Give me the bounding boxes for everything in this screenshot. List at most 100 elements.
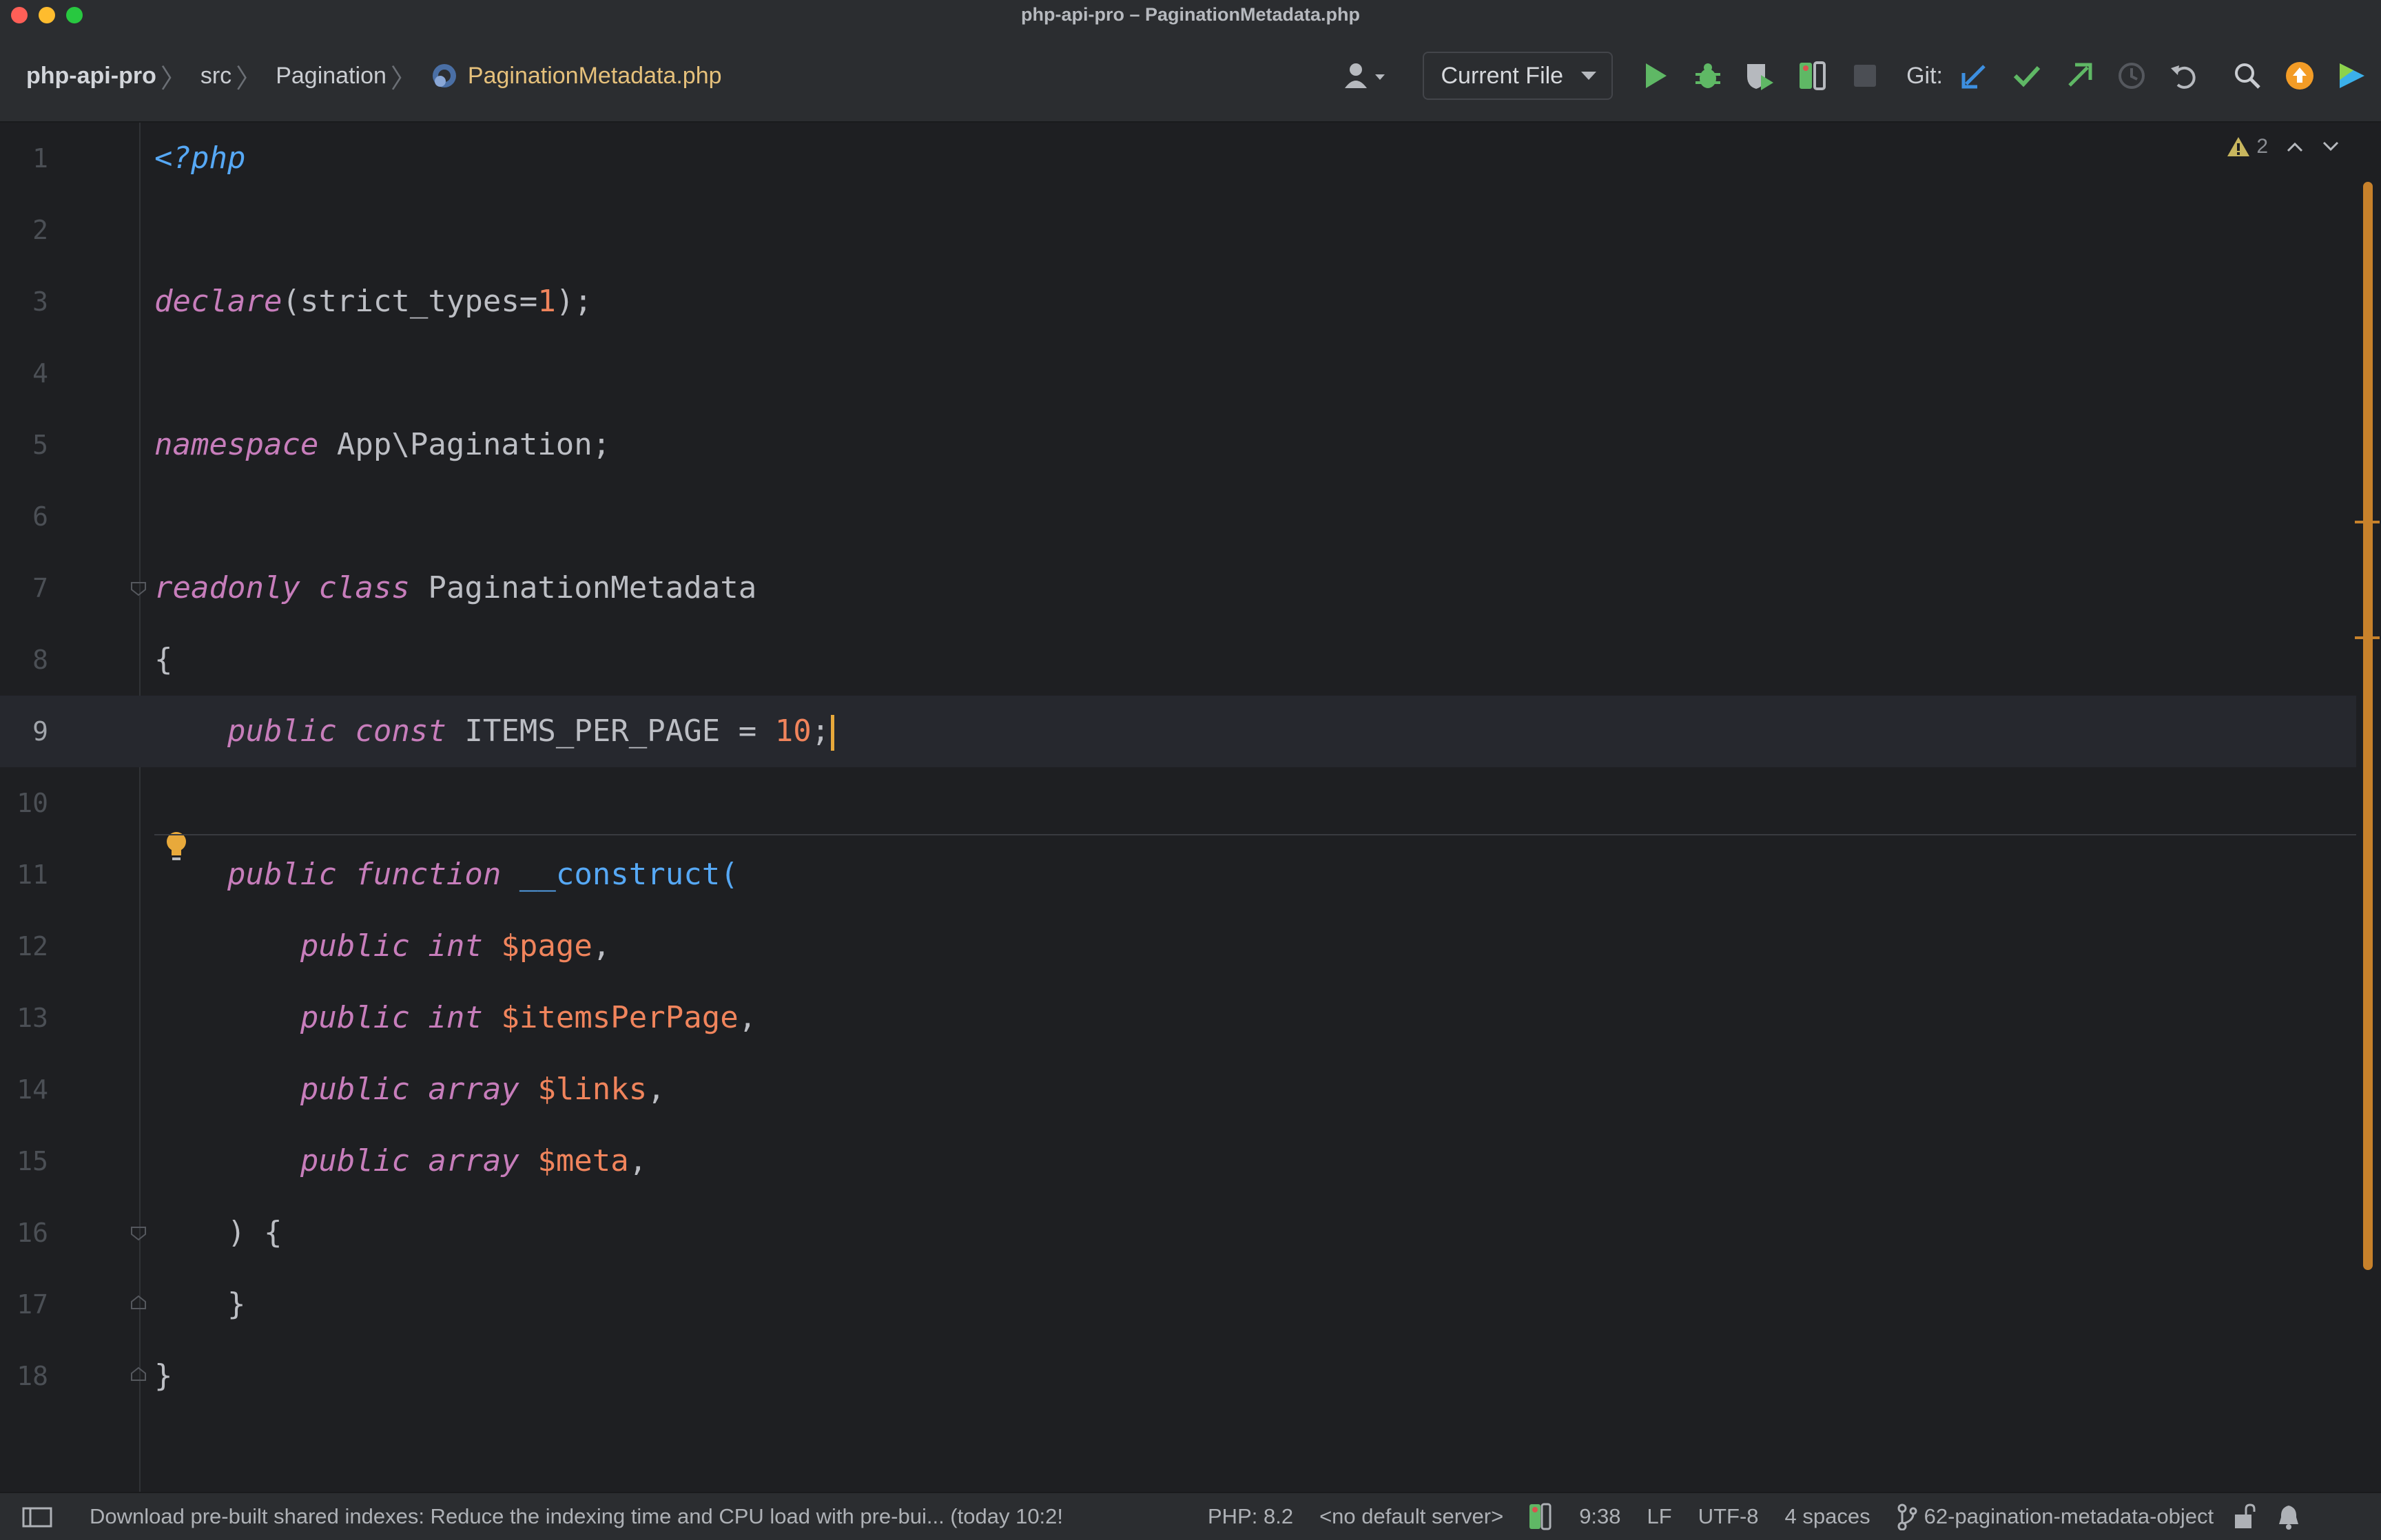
code-line: 17 } xyxy=(0,1269,2356,1340)
code-line: 14 public array $links, xyxy=(0,1054,2356,1125)
debug-icon[interactable] xyxy=(1690,58,1726,94)
fold-end-icon[interactable] xyxy=(130,1366,147,1384)
search-icon[interactable] xyxy=(2229,58,2265,94)
deployment-server[interactable]: <no default server> xyxy=(1319,1504,1503,1529)
code-line: 3 declare(strict_types=1); xyxy=(0,266,2356,337)
breadcrumb-separator: 〉 xyxy=(390,64,417,94)
rollback-icon[interactable] xyxy=(2166,58,2202,94)
code-text: public array $meta, xyxy=(300,1143,648,1178)
code-line: 10 xyxy=(0,767,2356,839)
line-number: 9 xyxy=(32,716,48,747)
line-number: 7 xyxy=(32,573,48,603)
code-text: public const ITEMS_PER_PAGE = 10; xyxy=(154,696,835,767)
code-line: 11 public function __construct( xyxy=(0,839,2356,911)
line-number: 4 xyxy=(32,358,48,388)
code-line: 12 public int $page, xyxy=(0,911,2356,982)
code-line: 1 <?php xyxy=(0,123,2356,194)
git-branch[interactable]: 62-pagination-metadata-object xyxy=(1897,1503,2214,1530)
history-icon[interactable] xyxy=(2114,58,2150,94)
code-text: <?php xyxy=(154,141,246,176)
line-separator[interactable]: LF xyxy=(1647,1504,1672,1529)
code-line: 4 xyxy=(0,337,2356,409)
breadcrumb-pagination[interactable]: Pagination xyxy=(276,63,386,90)
line-number: 2 xyxy=(32,215,48,245)
code-line: 5 namespace App\Pagination; xyxy=(0,409,2356,481)
php-file-icon xyxy=(432,64,456,87)
git-push-icon[interactable] xyxy=(2061,58,2097,94)
git-branch-name: 62-pagination-metadata-object xyxy=(1924,1504,2214,1528)
line-number: 11 xyxy=(17,860,48,890)
code-text: public array $links, xyxy=(300,1072,666,1107)
breadcrumb-separator: 〉 xyxy=(160,64,187,94)
lock-icon[interactable] xyxy=(2233,1503,2256,1530)
fold-end-icon[interactable] xyxy=(130,1295,147,1313)
run-icon[interactable] xyxy=(1638,58,1673,94)
code-line: 7 readonly class PaginationMetadata xyxy=(0,552,2356,624)
bell-icon[interactable] xyxy=(2277,1503,2300,1530)
line-number: 13 xyxy=(17,1003,48,1033)
breadcrumb: php-api-pro 〉 src 〉 Pagination 〉 Paginat… xyxy=(26,30,722,121)
fold-icon[interactable] xyxy=(130,579,147,596)
warning-marker[interactable] xyxy=(2355,521,2380,523)
breadcrumb-separator: 〉 xyxy=(236,64,262,94)
status-message[interactable]: Download pre-built shared indexes: Reduc… xyxy=(90,1504,1182,1529)
php-version[interactable]: PHP: 8.2 xyxy=(1208,1504,1293,1529)
line-number: 3 xyxy=(32,287,48,317)
code-line: 6 xyxy=(0,481,2356,552)
vertical-scrollbar[interactable] xyxy=(2355,123,2381,1492)
code-text: { xyxy=(154,642,173,677)
breadcrumb-project[interactable]: php-api-pro xyxy=(26,63,156,90)
line-number: 5 xyxy=(32,430,48,460)
scrollbar-thumb[interactable] xyxy=(2363,182,2373,1270)
panel-toggle-icon[interactable] xyxy=(22,1507,52,1528)
line-number: 1 xyxy=(32,143,48,174)
user-icon[interactable] xyxy=(1339,58,1394,94)
line-number: 15 xyxy=(17,1146,48,1176)
code-text: public function __construct( xyxy=(227,857,739,892)
window-title: php-api-pro – PaginationMetadata.php xyxy=(1021,4,1360,25)
indent-setting[interactable]: 4 spaces xyxy=(1785,1504,1870,1529)
code-line: 13 public int $itemsPerPage, xyxy=(0,982,2356,1054)
code-line: 2 xyxy=(0,194,2356,266)
fold-icon[interactable] xyxy=(130,1223,147,1241)
toolbar: Current File Git: xyxy=(1330,30,2381,121)
line-number: 6 xyxy=(32,501,48,532)
update-icon[interactable] xyxy=(2282,58,2318,94)
code-text: } xyxy=(154,1358,173,1393)
code-line-current: 9 public const ITEMS_PER_PAGE = 10; xyxy=(0,696,2356,767)
navigation-bar: php-api-pro 〉 src 〉 Pagination 〉 Paginat… xyxy=(0,30,2381,123)
git-commit-icon[interactable] xyxy=(2009,58,2045,94)
file-encoding[interactable]: UTF-8 xyxy=(1698,1504,1759,1529)
code-line: 15 public array $meta, xyxy=(0,1125,2356,1197)
code-text: declare(strict_types=1); xyxy=(154,284,592,319)
profiler-status-icon[interactable] xyxy=(1527,1501,1553,1532)
status-bar: Download pre-built shared indexes: Reduc… xyxy=(0,1492,2381,1540)
chevron-down-icon xyxy=(1581,72,1597,80)
code-text: } xyxy=(227,1287,246,1322)
breadcrumb-src[interactable]: src xyxy=(200,63,231,90)
text-caret xyxy=(831,715,835,751)
code-text: readonly class PaginationMetadata xyxy=(154,570,757,605)
profile-icon[interactable] xyxy=(1795,58,1831,94)
coverage-icon[interactable] xyxy=(1742,58,1778,94)
git-label: Git: xyxy=(1906,62,1943,89)
code-line: 18 } xyxy=(0,1340,2356,1412)
method-separator xyxy=(154,834,2356,835)
jetbrains-icon[interactable] xyxy=(2334,58,2370,94)
breadcrumb-file[interactable]: PaginationMetadata.php xyxy=(468,63,722,90)
cursor-position[interactable]: 9:38 xyxy=(1579,1504,1620,1529)
line-number: 18 xyxy=(17,1361,48,1391)
line-number: 8 xyxy=(32,645,48,675)
code-text: public int $itemsPerPage, xyxy=(300,1000,757,1035)
warning-marker[interactable] xyxy=(2355,636,2380,639)
run-configuration-select[interactable]: Current File xyxy=(1423,52,1614,100)
stop-icon[interactable] xyxy=(1847,58,1883,94)
line-number: 12 xyxy=(17,931,48,961)
line-number: 10 xyxy=(17,788,48,818)
title-bar: php-api-pro – PaginationMetadata.php xyxy=(0,0,2381,31)
code-editor[interactable]: 2 1 <?php 2 3 declare(strict_types=1); 4… xyxy=(0,123,2381,1492)
code-text: public int $page, xyxy=(300,928,611,964)
git-update-icon[interactable] xyxy=(1957,58,1992,94)
line-number: 17 xyxy=(17,1289,48,1320)
code-line: 8 { xyxy=(0,624,2356,696)
